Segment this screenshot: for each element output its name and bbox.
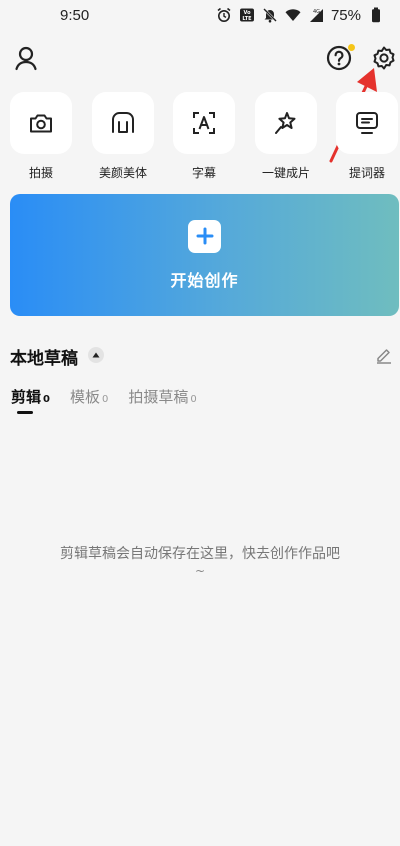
battery-icon <box>368 7 384 23</box>
tool-label: 字幕 <box>191 166 216 180</box>
help-button[interactable] <box>323 42 355 74</box>
beauty-icon <box>112 112 134 133</box>
triangle-up-icon <box>92 352 100 358</box>
tool-one-click[interactable]: 一键成片 <box>254 92 318 181</box>
battery-percent: 75% <box>330 6 361 24</box>
quick-tools: 拍摄 美颜美体 字幕 一键成片 提词器 <box>9 92 400 184</box>
tool-box <box>92 92 154 154</box>
tab-label: 剪辑 <box>11 388 42 406</box>
start-create-button[interactable]: 开始创作 <box>10 194 399 316</box>
wifi-icon <box>285 7 301 23</box>
tool-box <box>336 92 398 154</box>
empty-tilde: ~ <box>194 564 206 578</box>
svg-text:4G: 4G <box>313 9 320 15</box>
tab-edit[interactable]: 剪辑 0 <box>11 386 50 420</box>
tab-label: 拍摄草稿 <box>128 388 189 406</box>
tool-box <box>10 92 72 154</box>
tab-count: 0 <box>102 394 109 405</box>
svg-text:LTE: LTE <box>242 16 252 22</box>
teleprompter-icon <box>356 112 378 134</box>
tool-label: 美颜美体 <box>98 166 147 180</box>
settings-icon <box>373 46 395 70</box>
drafts-title: 本地草稿 <box>10 349 78 369</box>
mute-icon <box>262 7 278 23</box>
camera-icon <box>30 114 52 133</box>
tab-count: 0 <box>43 394 50 405</box>
status-bar: 9:50 Vo LTE 4G 75% <box>0 0 400 30</box>
top-bar <box>0 38 400 78</box>
status-icons: Vo LTE 4G 75% <box>216 7 384 24</box>
tab-count: 0 <box>190 394 197 405</box>
profile-icon <box>15 46 37 71</box>
draft-tabs: 剪辑 0 模板 0 拍摄草稿 0 <box>11 386 217 420</box>
empty-message: 剪辑草稿会自动保存在这里，快去创作作品吧 <box>60 546 340 562</box>
tool-label: 提词器 <box>348 166 385 180</box>
tab-shoot-drafts[interactable]: 拍摄草稿 0 <box>128 386 196 420</box>
tool-beauty[interactable]: 美颜美体 <box>91 92 155 181</box>
edit-icon <box>377 349 391 364</box>
active-tab-indicator <box>17 411 33 414</box>
status-time: 9:50 <box>60 6 90 24</box>
collapse-toggle[interactable] <box>88 347 104 363</box>
volte-icon: Vo LTE <box>239 7 255 23</box>
start-create-label: 开始创作 <box>170 270 239 290</box>
edit-drafts-button[interactable] <box>374 345 394 365</box>
profile-button[interactable] <box>10 42 42 74</box>
signal-icon: 4G <box>308 7 324 23</box>
drafts-header: 本地草稿 <box>10 342 394 370</box>
notification-dot <box>348 44 355 51</box>
tool-teleprompter[interactable]: 提词器 <box>335 92 399 181</box>
tool-box <box>255 92 317 154</box>
empty-state: 剪辑草稿会自动保存在这里，快去创作作品吧 ~ <box>0 543 400 578</box>
tool-box <box>173 92 235 154</box>
tool-label: 拍摄 <box>28 166 53 180</box>
plus-icon <box>188 219 221 253</box>
settings-button[interactable] <box>368 42 400 74</box>
tool-shoot[interactable]: 拍摄 <box>9 92 73 181</box>
tool-subtitle[interactable]: 字幕 <box>172 92 236 181</box>
magic-icon <box>275 112 296 134</box>
alarm-icon <box>216 7 232 23</box>
tool-label: 一键成片 <box>261 166 310 180</box>
tab-label: 模板 <box>69 388 100 406</box>
subtitle-icon <box>193 112 215 134</box>
tab-template[interactable]: 模板 0 <box>70 386 108 420</box>
